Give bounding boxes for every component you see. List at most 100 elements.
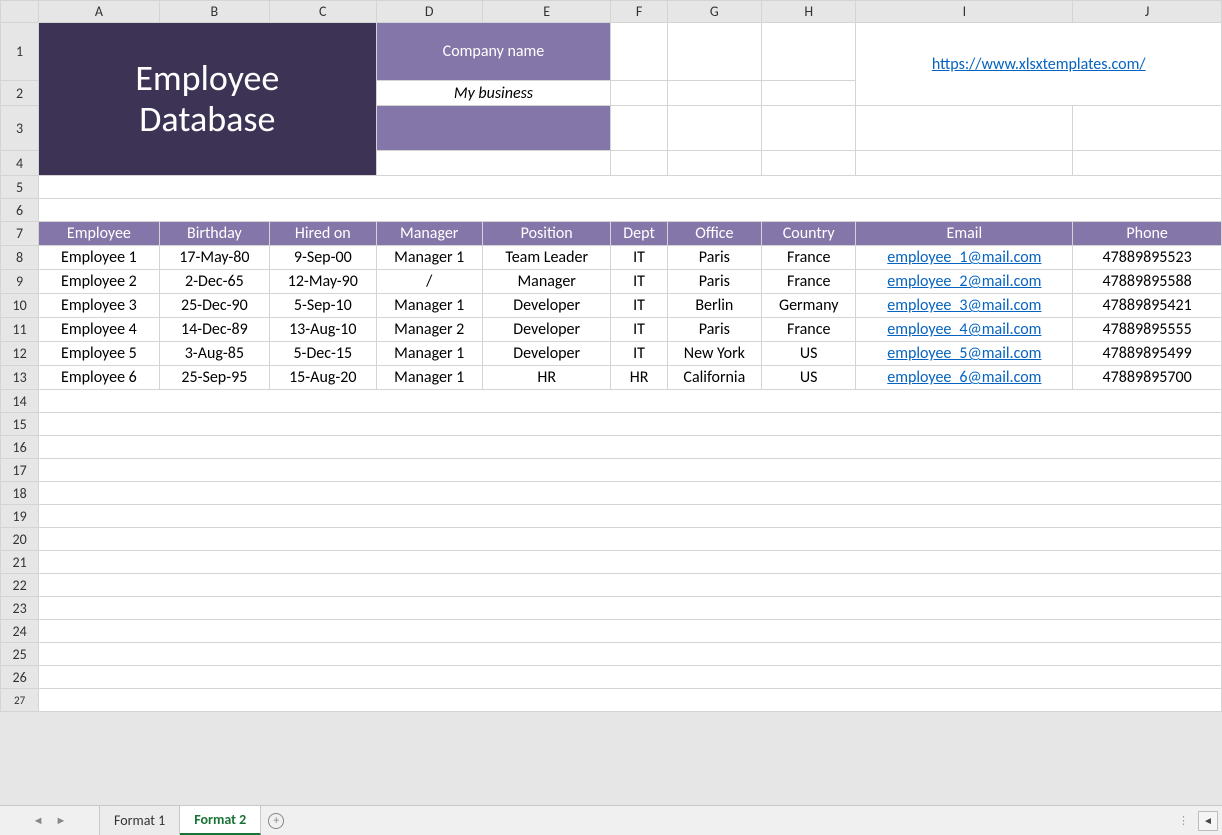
blank-row[interactable] — [39, 390, 1222, 413]
add-sheet-button[interactable]: + — [261, 806, 291, 835]
cell-birthday[interactable]: 25-Sep-95 — [159, 366, 269, 390]
row-5-cells[interactable] — [39, 176, 1222, 199]
th-dept[interactable]: Dept — [611, 222, 667, 246]
blank-row[interactable] — [39, 551, 1222, 574]
cell-F3[interactable] — [611, 106, 667, 151]
cell-office[interactable]: Paris — [667, 318, 761, 342]
col-header-E[interactable]: E — [482, 1, 611, 23]
cell-dept[interactable]: IT — [611, 270, 667, 294]
row-header-8[interactable]: 8 — [1, 246, 39, 270]
cell-office[interactable]: New York — [667, 342, 761, 366]
th-country[interactable]: Country — [762, 222, 856, 246]
cell-hired[interactable]: 5-Dec-15 — [270, 342, 376, 366]
blank-row[interactable] — [39, 574, 1222, 597]
cell-manager[interactable]: Manager 1 — [376, 294, 482, 318]
cell-dept[interactable]: HR — [611, 366, 667, 390]
th-office[interactable]: Office — [667, 222, 761, 246]
blank-row[interactable] — [39, 620, 1222, 643]
tab-nav-buttons[interactable]: ◄ ► — [0, 806, 100, 835]
blank-row[interactable] — [39, 528, 1222, 551]
name-label-strip[interactable] — [376, 106, 611, 151]
company-name-value[interactable]: My business — [376, 81, 611, 106]
cell-manager[interactable]: Manager 1 — [376, 342, 482, 366]
cell-dept[interactable]: IT — [611, 318, 667, 342]
row-header-17[interactable]: 17 — [1, 459, 39, 482]
cell-hired[interactable]: 12-May-90 — [270, 270, 376, 294]
template-link-cell[interactable]: https://www.xlsxtemplates.com/ — [856, 23, 1222, 106]
cell-dept[interactable]: IT — [611, 246, 667, 270]
row-header-24[interactable]: 24 — [1, 620, 39, 643]
row-header-22[interactable]: 22 — [1, 574, 39, 597]
blank-row[interactable] — [39, 413, 1222, 436]
blank-row[interactable] — [39, 597, 1222, 620]
row-header-4[interactable]: 4 — [1, 151, 39, 176]
cell-employee[interactable]: Employee 3 — [39, 294, 159, 318]
row-header-7[interactable]: 7 — [1, 222, 39, 246]
row-header-25[interactable]: 25 — [1, 643, 39, 666]
cell-country[interactable]: Germany — [762, 294, 856, 318]
cell-F2[interactable] — [611, 81, 667, 106]
row-header-1[interactable]: 1 — [1, 23, 39, 81]
cell-email[interactable]: employee_2@mail.com — [856, 270, 1073, 294]
col-header-A[interactable]: A — [39, 1, 159, 23]
tab-options-icon[interactable]: ⋮ — [1178, 814, 1190, 827]
cell-phone[interactable]: 47889895421 — [1073, 294, 1222, 318]
cell-position[interactable]: Developer — [482, 294, 611, 318]
cell-email[interactable]: employee_4@mail.com — [856, 318, 1073, 342]
col-header-I[interactable]: I — [856, 1, 1073, 23]
col-header-G[interactable]: G — [667, 1, 761, 23]
cell-dept[interactable]: IT — [611, 294, 667, 318]
cell-phone[interactable]: 47889895523 — [1073, 246, 1222, 270]
hscroll-left-button[interactable]: ◄ — [1198, 811, 1218, 831]
cell-employee[interactable]: Employee 2 — [39, 270, 159, 294]
col-header-H[interactable]: H — [762, 1, 856, 23]
row-header-11[interactable]: 11 — [1, 318, 39, 342]
row-header-26[interactable]: 26 — [1, 666, 39, 689]
th-employee[interactable]: Employee — [39, 222, 159, 246]
th-position[interactable]: Position — [482, 222, 611, 246]
title-block[interactable]: Employee Database — [39, 23, 376, 176]
email-link[interactable]: employee_2@mail.com — [887, 272, 1041, 291]
cell-I4[interactable] — [856, 151, 1073, 176]
row-header-21[interactable]: 21 — [1, 551, 39, 574]
row-header-16[interactable]: 16 — [1, 436, 39, 459]
cell-H4[interactable] — [762, 151, 856, 176]
cell-phone[interactable]: 47889895588 — [1073, 270, 1222, 294]
th-email[interactable]: Email — [856, 222, 1073, 246]
cell-G1[interactable] — [667, 23, 761, 81]
cell-hired[interactable]: 13-Aug-10 — [270, 318, 376, 342]
blank-row[interactable] — [39, 689, 1222, 712]
cell-position[interactable]: Developer — [482, 318, 611, 342]
email-link[interactable]: employee_4@mail.com — [887, 320, 1041, 339]
cell-employee[interactable]: Employee 4 — [39, 318, 159, 342]
row-header-5[interactable]: 5 — [1, 176, 39, 199]
th-phone[interactable]: Phone — [1073, 222, 1222, 246]
email-link[interactable]: employee_1@mail.com — [887, 248, 1041, 267]
cell-birthday[interactable]: 14-Dec-89 — [159, 318, 269, 342]
col-header-C[interactable]: C — [270, 1, 376, 23]
row-header-2[interactable]: 2 — [1, 81, 39, 106]
cell-G2[interactable] — [667, 81, 761, 106]
cell-position[interactable]: Manager — [482, 270, 611, 294]
th-manager[interactable]: Manager — [376, 222, 482, 246]
cell-position[interactable]: Team Leader — [482, 246, 611, 270]
cell-manager[interactable]: Manager 1 — [376, 366, 482, 390]
cell-manager[interactable]: Manager 2 — [376, 318, 482, 342]
cell-email[interactable]: employee_5@mail.com — [856, 342, 1073, 366]
row-header-18[interactable]: 18 — [1, 482, 39, 505]
name-blank-cell[interactable] — [376, 151, 611, 176]
th-birthday[interactable]: Birthday — [159, 222, 269, 246]
cell-position[interactable]: HR — [482, 366, 611, 390]
cell-country[interactable]: France — [762, 318, 856, 342]
select-all-corner[interactable] — [1, 1, 39, 23]
row-header-20[interactable]: 20 — [1, 528, 39, 551]
cell-office[interactable]: California — [667, 366, 761, 390]
cell-email[interactable]: employee_6@mail.com — [856, 366, 1073, 390]
blank-row[interactable] — [39, 459, 1222, 482]
cell-phone[interactable]: 47889895700 — [1073, 366, 1222, 390]
tab-format-2[interactable]: Format 2 — [180, 806, 261, 835]
cell-dept[interactable]: IT — [611, 342, 667, 366]
cell-H3[interactable] — [762, 106, 856, 151]
email-link[interactable]: employee_3@mail.com — [887, 296, 1041, 315]
cell-I3[interactable] — [856, 106, 1073, 151]
